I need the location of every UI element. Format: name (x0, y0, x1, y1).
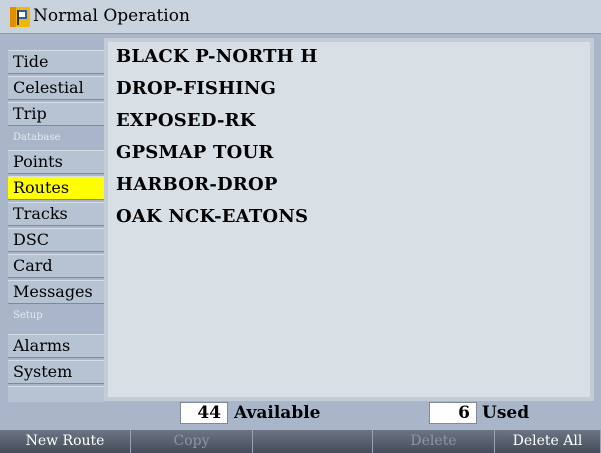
sidebar-item-trip[interactable]: Trip (8, 102, 104, 126)
sidebar-item-card[interactable]: Card (8, 254, 104, 278)
title-bar: Normal Operation (0, 0, 601, 34)
blank-softkey[interactable] (253, 430, 373, 453)
list-item-route[interactable]: HARBOR-DROP (116, 174, 278, 204)
sidebar-item-routes[interactable]: Routes (8, 176, 104, 200)
sidebar-header-database: Database (13, 132, 61, 143)
sidebar-item-system[interactable]: System (8, 360, 104, 384)
available-count: 44 (180, 402, 228, 424)
sidebar-item-tide[interactable]: Tide (8, 50, 104, 74)
sidebar-item-tracks[interactable]: Tracks (8, 202, 104, 226)
sidebar-blank-tab (8, 386, 104, 402)
copy-button[interactable]: Copy (131, 430, 253, 453)
list-item-route[interactable]: OAK NCK-EATONS (116, 206, 308, 236)
used-count: 6 (429, 402, 477, 424)
new-route-button[interactable]: New Route (0, 430, 131, 453)
list-item-route[interactable]: GPSMAP TOUR (116, 142, 274, 172)
list-item-route[interactable]: BLACK P-NORTH H (116, 46, 318, 76)
sidebar-header-setup: Setup (13, 310, 43, 321)
gps-screen: Normal Operation Tide Celestial Trip Dat… (0, 0, 601, 453)
garmin-flag-icon (10, 7, 30, 27)
page-title: Normal Operation (33, 6, 190, 26)
sidebar-item-alarms[interactable]: Alarms (8, 334, 104, 358)
route-list: BLACK P-NORTH H DROP-FISHING EXPOSED-RK … (104, 38, 594, 401)
sidebar-item-messages[interactable]: Messages (8, 280, 104, 304)
sidebar-item-dsc[interactable]: DSC (8, 228, 104, 252)
list-item-route[interactable]: DROP-FISHING (116, 78, 276, 108)
delete-all-button[interactable]: Delete All (495, 430, 601, 453)
delete-button[interactable]: Delete (373, 430, 495, 453)
available-label: Available (234, 403, 321, 423)
list-item-route[interactable]: EXPOSED-RK (116, 110, 256, 140)
used-label: Used (482, 403, 530, 423)
softkey-bar: New Route Copy Delete Delete All (0, 430, 601, 453)
sidebar-item-points[interactable]: Points (8, 150, 104, 174)
route-count-status: 44 Available 6 Used (104, 402, 601, 426)
sidebar-item-celestial[interactable]: Celestial (8, 76, 104, 100)
